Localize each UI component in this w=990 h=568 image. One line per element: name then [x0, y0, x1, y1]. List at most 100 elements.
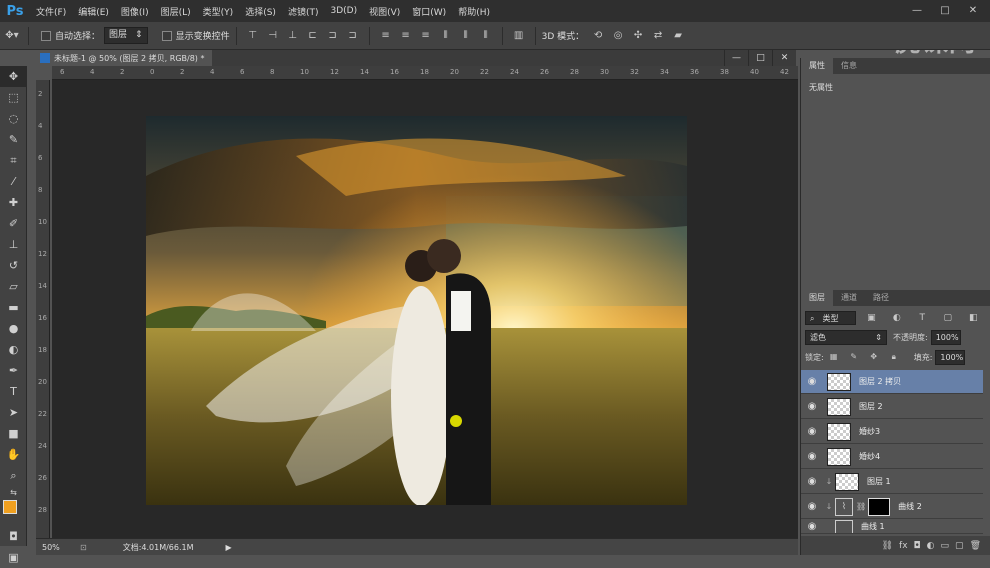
visibility-eye-icon[interactable]: ◉	[801, 476, 823, 487]
align-top-icon[interactable]: ⊤	[245, 28, 261, 44]
new-layer-icon[interactable]: ▢	[955, 541, 964, 551]
3d-roll-icon[interactable]: ◎	[610, 28, 626, 44]
move-tool-preset-icon[interactable]: ✥▾	[4, 28, 20, 44]
healing-brush-tool-icon[interactable]: ✚	[0, 192, 27, 213]
zoom-tool-icon[interactable]: ⌕	[0, 465, 27, 486]
distribute-left-icon[interactable]: ⦀	[438, 28, 454, 44]
menu-edit[interactable]: 编辑(E)	[72, 5, 115, 18]
lock-position-icon[interactable]: ✥	[866, 349, 882, 365]
quick-mask-icon[interactable]: ◘	[0, 526, 27, 547]
tab-layers[interactable]: 图层	[801, 290, 833, 306]
3d-rotate-icon[interactable]: ⟲	[590, 28, 606, 44]
visibility-eye-icon[interactable]: ◉	[801, 376, 823, 387]
visibility-eye-icon[interactable]: ◉	[801, 426, 823, 437]
menu-image[interactable]: 图像(I)	[115, 5, 155, 18]
align-hcenter-icon[interactable]: ⊐	[325, 28, 341, 44]
menu-layer[interactable]: 图层(L)	[155, 5, 197, 18]
adjustment-layer-icon[interactable]: ◐	[927, 541, 935, 551]
layer-row[interactable]: ◉ ↓ ⌇ ⛓︎ 曲线 2	[801, 495, 983, 519]
screen-mode-icon[interactable]: ▣	[0, 547, 27, 568]
distribute-right-icon[interactable]: ⦀	[478, 28, 494, 44]
menu-filter[interactable]: 滤镜(T)	[282, 5, 325, 18]
type-tool-icon[interactable]: T	[0, 381, 27, 402]
align-right-icon[interactable]: ⊐	[345, 28, 361, 44]
align-bottom-icon[interactable]: ⊥	[285, 28, 301, 44]
menu-type[interactable]: 类型(Y)	[197, 5, 240, 18]
distribute-vcenter-icon[interactable]: ≡	[398, 28, 414, 44]
layer-row[interactable]: ◉ 图层 2 拷贝	[801, 370, 983, 394]
layer-row[interactable]: ◉ 图层 2	[801, 395, 983, 419]
blend-mode-dropdown[interactable]: 滤色 ⇕	[805, 329, 887, 345]
opacity-field[interactable]: 100%	[930, 329, 961, 345]
swap-colors-icon[interactable]: ⇆	[0, 486, 27, 500]
distribute-top-icon[interactable]: ≡	[378, 28, 394, 44]
auto-align-icon[interactable]: ▥	[511, 28, 527, 44]
hand-tool-icon[interactable]: ✋	[0, 444, 27, 465]
add-mask-icon[interactable]: ◘	[914, 541, 921, 551]
vertical-ruler[interactable]: 2 4 6 8 10 12 14 16 18 20 22 24 26 28	[36, 80, 50, 538]
marquee-tool-icon[interactable]: ⬚	[0, 87, 27, 108]
distribute-bottom-icon[interactable]: ≡	[418, 28, 434, 44]
doc-close-button[interactable]: ✕	[772, 50, 796, 66]
menu-view[interactable]: 视图(V)	[363, 5, 406, 18]
delete-layer-icon[interactable]: 🗑︎	[970, 541, 981, 551]
menu-3d[interactable]: 3D(D)	[324, 6, 363, 16]
3d-pan-icon[interactable]: ✣	[630, 28, 646, 44]
maximize-button[interactable]: □	[934, 3, 956, 18]
fx-icon[interactable]: fx	[899, 541, 908, 551]
crop-tool-icon[interactable]: ⌗	[0, 150, 27, 171]
visibility-eye-icon[interactable]: ◉	[801, 401, 823, 412]
lock-paint-icon[interactable]: ✎	[846, 349, 862, 365]
visibility-eye-icon[interactable]: ◉	[801, 501, 823, 512]
show-transform-checkbox[interactable]	[161, 30, 172, 41]
lock-pixels-icon[interactable]: ▦	[826, 349, 842, 365]
menu-help[interactable]: 帮助(H)	[452, 5, 496, 18]
tab-properties[interactable]: 属性	[801, 58, 833, 74]
gradient-tool-icon[interactable]: ▬	[0, 297, 27, 318]
tab-info[interactable]: 信息	[833, 58, 865, 74]
eraser-tool-icon[interactable]: ▱	[0, 276, 27, 297]
canvas-image[interactable]	[146, 116, 687, 505]
visibility-eye-icon[interactable]: ◉	[801, 521, 823, 532]
eyedropper-tool-icon[interactable]: ⁄	[0, 171, 27, 192]
history-brush-tool-icon[interactable]: ↺	[0, 255, 27, 276]
photoshop-logo[interactable]: Ps	[0, 0, 30, 22]
clone-stamp-tool-icon[interactable]: ⊥	[0, 234, 27, 255]
layer-row[interactable]: ◉ 婚纱3	[801, 420, 983, 444]
distribute-hcenter-icon[interactable]: ⦀	[458, 28, 474, 44]
quick-select-tool-icon[interactable]: ✎	[0, 129, 27, 150]
blur-tool-icon[interactable]: ●	[0, 318, 27, 339]
status-menu-arrow-icon[interactable]: ▶	[226, 543, 232, 552]
doc-minimize-button[interactable]: —	[724, 50, 748, 66]
layer-row[interactable]: ◉ 婚纱4	[801, 445, 983, 469]
menu-window[interactable]: 窗口(W)	[406, 5, 452, 18]
link-layers-icon[interactable]: ⛓︎	[882, 541, 893, 551]
status-info-icon[interactable]: ⊡	[80, 543, 87, 552]
layer-row[interactable]: ◉ ↓ 图层 1	[801, 470, 983, 494]
filter-pixel-icon[interactable]: ▣	[864, 310, 879, 326]
tab-paths[interactable]: 路径	[865, 290, 897, 306]
auto-select-checkbox[interactable]	[41, 30, 51, 41]
visibility-eye-icon[interactable]: ◉	[801, 451, 823, 462]
zoom-level[interactable]: 50%	[42, 543, 72, 552]
path-select-tool-icon[interactable]: ➤	[0, 402, 27, 423]
filter-smart-object-icon[interactable]: ◧	[966, 310, 981, 326]
3d-slide-icon[interactable]: ⇄	[650, 28, 666, 44]
lasso-tool-icon[interactable]: ◌	[0, 108, 27, 129]
minimize-button[interactable]: —	[906, 3, 928, 18]
fill-field[interactable]: 100%	[935, 349, 966, 365]
lock-all-icon[interactable]: 🔒︎	[886, 349, 902, 365]
move-tool-icon[interactable]: ✥	[0, 66, 27, 87]
document-tab[interactable]: 未标题-1 @ 50% (图层 2 拷贝, RGB/8) *	[36, 50, 213, 66]
horizontal-ruler[interactable]: 6 4 2 0 2 4 6 8 10 12 14 16 18 20 22 24 26 28 30 32 34 36 38 40…	[52, 66, 798, 80]
brush-tool-icon[interactable]: ✐	[0, 213, 27, 234]
doc-maximize-button[interactable]: □	[748, 50, 772, 66]
align-vcenter-icon[interactable]: ⊣	[265, 28, 281, 44]
pen-tool-icon[interactable]: ✒	[0, 360, 27, 381]
group-folder-icon[interactable]: ▭	[941, 541, 950, 551]
close-button[interactable]: ✕	[962, 3, 984, 18]
3d-scale-icon[interactable]: ▰	[670, 28, 686, 44]
menu-file[interactable]: 文件(F)	[30, 5, 72, 18]
foreground-color-swatch[interactable]	[3, 500, 17, 514]
filter-shape-icon[interactable]: ▢	[940, 310, 955, 326]
